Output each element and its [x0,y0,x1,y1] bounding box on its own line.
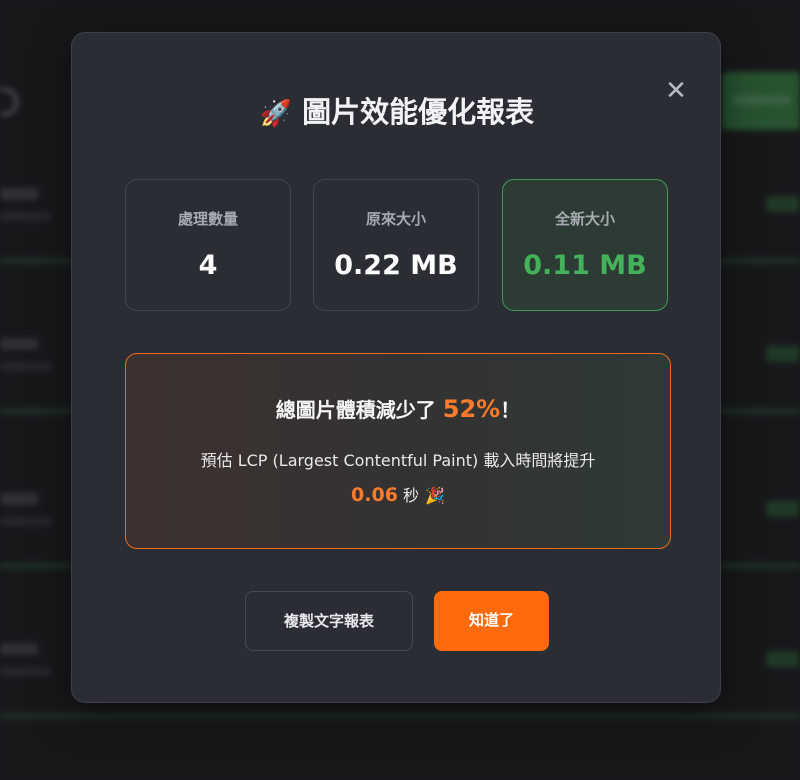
stat-value: 4 [198,250,218,281]
copy-report-button[interactable]: 複製文字報表 [245,591,413,651]
stat-label: 全新大小 [554,210,615,228]
summary-seconds-line: 0.06 秒 🎉 [126,480,670,511]
stat-card-count: 處理數量 4 [125,179,291,311]
party-popper-icon: 🎉 [425,486,445,505]
stat-label: 處理數量 [177,210,238,228]
reduction-percent: 52% [442,395,501,423]
stat-card-original-size: 原來大小 0.22 MB [313,179,479,311]
modal-title: 🚀 圖片效能優化報表 [72,91,722,135]
modal-title-text: 圖片效能優化報表 [302,95,535,129]
summary-detail: 預估 LCP (Largest Contentful Paint) 載入時間將提… [200,451,596,470]
summary-panel: 總圖片體積減少了 52%！ 預估 LCP (Largest Contentful… [125,353,671,549]
summary-headline: 總圖片體積減少了 52%！ [126,390,670,429]
stat-value: 0.11 MB [523,250,647,281]
stats-row: 處理數量 4 原來大小 0.22 MB 全新大小 0.11 MB [125,179,671,311]
lcp-seconds: 0.06 [351,484,398,506]
stat-card-new-size: 全新大小 0.11 MB [502,179,668,311]
stat-value: 0.22 MB [334,250,458,281]
stat-label: 原來大小 [365,210,426,228]
seconds-unit: 秒 [403,486,420,505]
got-it-button[interactable]: 知道了 [434,591,549,651]
report-modal: ✕ 🚀 圖片效能優化報表 處理數量 4 原來大小 0.22 MB 全新大小 0.1… [71,32,721,703]
headline-suffix: ！ [500,398,521,422]
rocket-icon: 🚀 [259,99,293,129]
headline-prefix: 總圖片體積減少了 [275,398,436,422]
